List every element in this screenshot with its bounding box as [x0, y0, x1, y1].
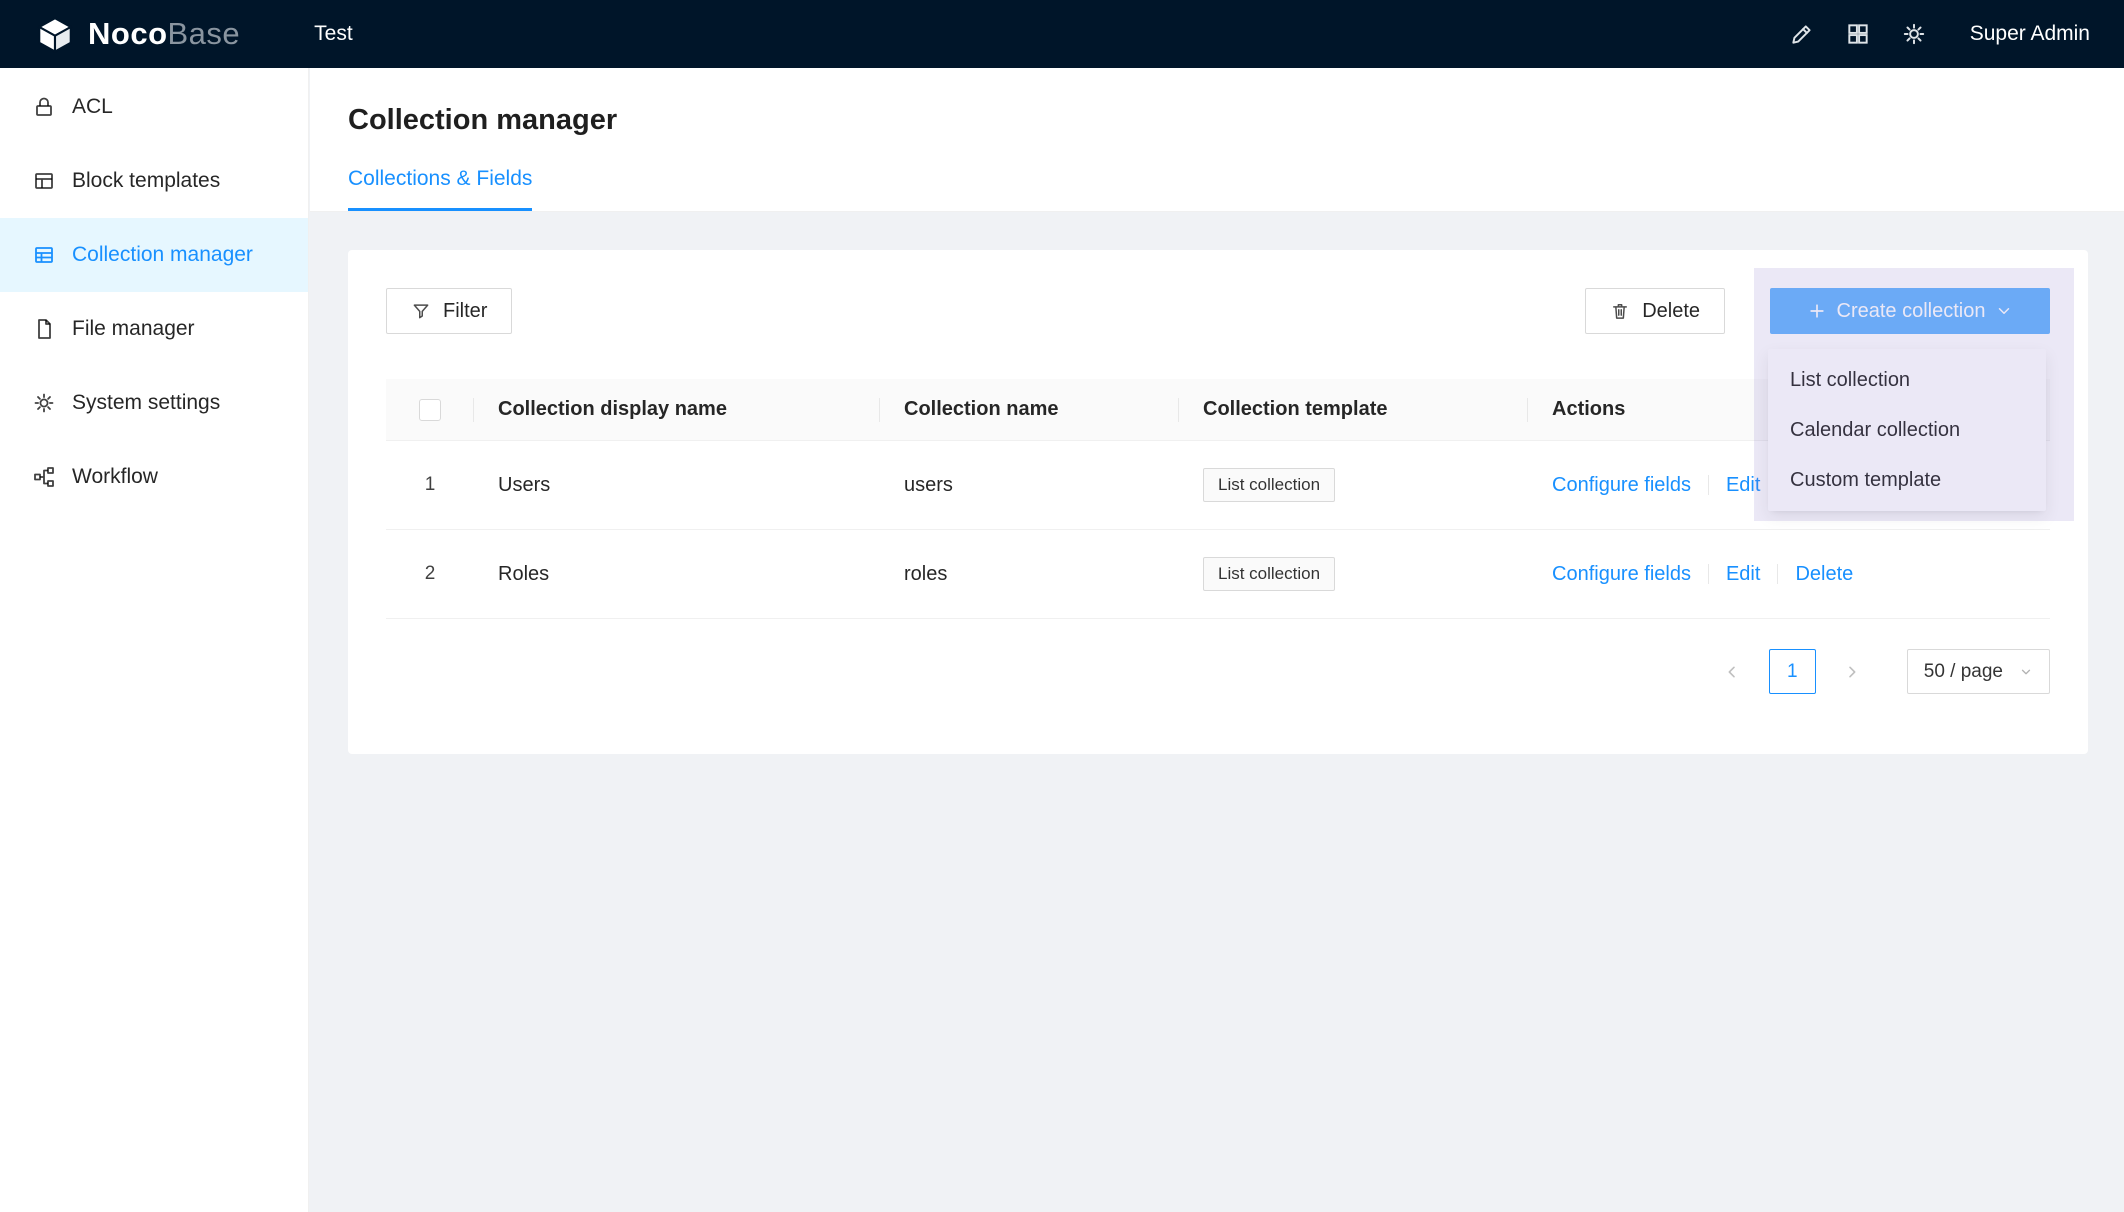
sidebar-item-file-manager[interactable]: File manager — [0, 292, 308, 366]
nocobase-logo: NocoBase — [34, 13, 240, 55]
workflow-icon — [32, 465, 56, 489]
cell-collection-name: users — [880, 441, 1179, 529]
delete-button[interactable]: Delete — [1585, 288, 1725, 334]
chevron-down-icon — [1995, 302, 2013, 320]
sidebar-item-block-templates[interactable]: Block templates — [0, 144, 308, 218]
create-collection-button-label: Create collection — [1837, 300, 1986, 323]
configure-fields-link[interactable]: Configure fields — [1552, 563, 1691, 586]
cell-display-name: Users — [474, 441, 880, 529]
app-grid-icon — [1845, 21, 1871, 47]
tab-collections-fields[interactable]: Collections & Fields — [348, 167, 532, 211]
edit-link[interactable]: Edit — [1726, 474, 1760, 497]
column-header-display-name: Collection display name — [474, 379, 880, 440]
settings-button[interactable] — [1886, 0, 1942, 68]
layout-icon — [32, 169, 56, 193]
template-tag: List collection — [1203, 557, 1335, 591]
action-divider — [1708, 564, 1709, 584]
action-divider — [1777, 564, 1778, 584]
page-title: Collection manager — [348, 104, 2124, 137]
create-collection-button[interactable]: Create collection — [1770, 288, 2050, 334]
main-area: Collection manager Collections & Fields … — [310, 68, 2124, 1212]
sidebar-item-collection-manager[interactable]: Collection manager — [0, 218, 308, 292]
menu-item-custom-template[interactable]: Custom template — [1768, 455, 2046, 505]
sidebar-item-label: Workflow — [72, 465, 158, 489]
table-icon — [32, 243, 56, 267]
collections-card: Filter Delete — [348, 250, 2088, 754]
delete-link[interactable]: Delete — [1795, 563, 1853, 586]
brand-name-light: Base — [168, 16, 241, 51]
column-header-template: Collection template — [1179, 379, 1528, 440]
lock-icon — [32, 95, 56, 119]
row-index: 2 — [425, 563, 436, 585]
configure-fields-link[interactable]: Configure fields — [1552, 474, 1691, 497]
page-header: Collection manager Collections & Fields — [310, 68, 2124, 212]
action-divider — [1708, 475, 1709, 495]
user-menu[interactable]: Super Admin — [1970, 22, 2090, 46]
sidebar-item-label: Block templates — [72, 169, 220, 193]
prev-page-button[interactable] — [1710, 649, 1755, 694]
sidebar-item-label: System settings — [72, 391, 220, 415]
filter-button[interactable]: Filter — [386, 288, 512, 334]
sidebar-item-acl[interactable]: ACL — [0, 70, 308, 144]
table-row: 2 Roles roles List collection Configure … — [386, 530, 2050, 619]
cell-collection-name: roles — [880, 530, 1179, 618]
filter-funnel-icon — [411, 301, 431, 321]
sidebar-item-system-settings[interactable]: System settings — [0, 366, 308, 440]
tab-bar: Collections & Fields — [348, 167, 2124, 211]
edit-link[interactable]: Edit — [1726, 563, 1760, 586]
sidebar-item-workflow[interactable]: Workflow — [0, 440, 308, 514]
gear-icon — [1901, 21, 1927, 47]
page-size-select[interactable]: 50 / page — [1907, 649, 2050, 694]
sidebar-item-label: File manager — [72, 317, 195, 341]
sidebar-item-label: Collection manager — [72, 243, 253, 267]
cell-display-name: Roles — [474, 530, 880, 618]
chevron-right-icon — [1844, 664, 1860, 680]
row-index: 1 — [425, 474, 436, 496]
file-icon — [32, 317, 56, 341]
next-page-button[interactable] — [1830, 649, 1875, 694]
nav-menu-item-test[interactable]: Test — [302, 0, 365, 68]
menu-item-calendar-collection[interactable]: Calendar collection — [1768, 405, 2046, 455]
design-mode-button[interactable] — [1774, 0, 1830, 68]
select-all-checkbox[interactable] — [419, 399, 441, 421]
plus-icon — [1807, 301, 1827, 321]
page-size-value: 50 / page — [1924, 661, 2003, 683]
pagination: 1 50 / page — [386, 649, 2050, 694]
trash-icon — [1610, 301, 1630, 321]
menu-item-list-collection[interactable]: List collection — [1768, 355, 2046, 405]
delete-button-label: Delete — [1642, 300, 1700, 323]
create-collection-dropdown: List collection Calendar collection Cust… — [1768, 349, 2046, 511]
gear-icon — [32, 391, 56, 415]
top-navbar: NocoBase Test — [0, 0, 2124, 68]
highlighter-pen-icon — [1789, 21, 1815, 47]
sidebar: ACL Block templates Collection manager F… — [0, 68, 309, 1212]
page-number-current[interactable]: 1 — [1769, 649, 1816, 694]
cube-logo-icon — [34, 13, 76, 55]
plugins-button[interactable] — [1830, 0, 1886, 68]
sidebar-item-label: ACL — [72, 95, 113, 119]
table-toolbar: Filter Delete — [386, 288, 2050, 334]
column-header-name: Collection name — [880, 379, 1179, 440]
filter-button-label: Filter — [443, 300, 487, 323]
chevron-left-icon — [1724, 664, 1740, 680]
chevron-down-icon — [2019, 665, 2033, 679]
brand-name-bold: Noco — [88, 16, 168, 51]
template-tag: List collection — [1203, 468, 1335, 502]
content-area: Filter Delete — [310, 212, 2124, 754]
